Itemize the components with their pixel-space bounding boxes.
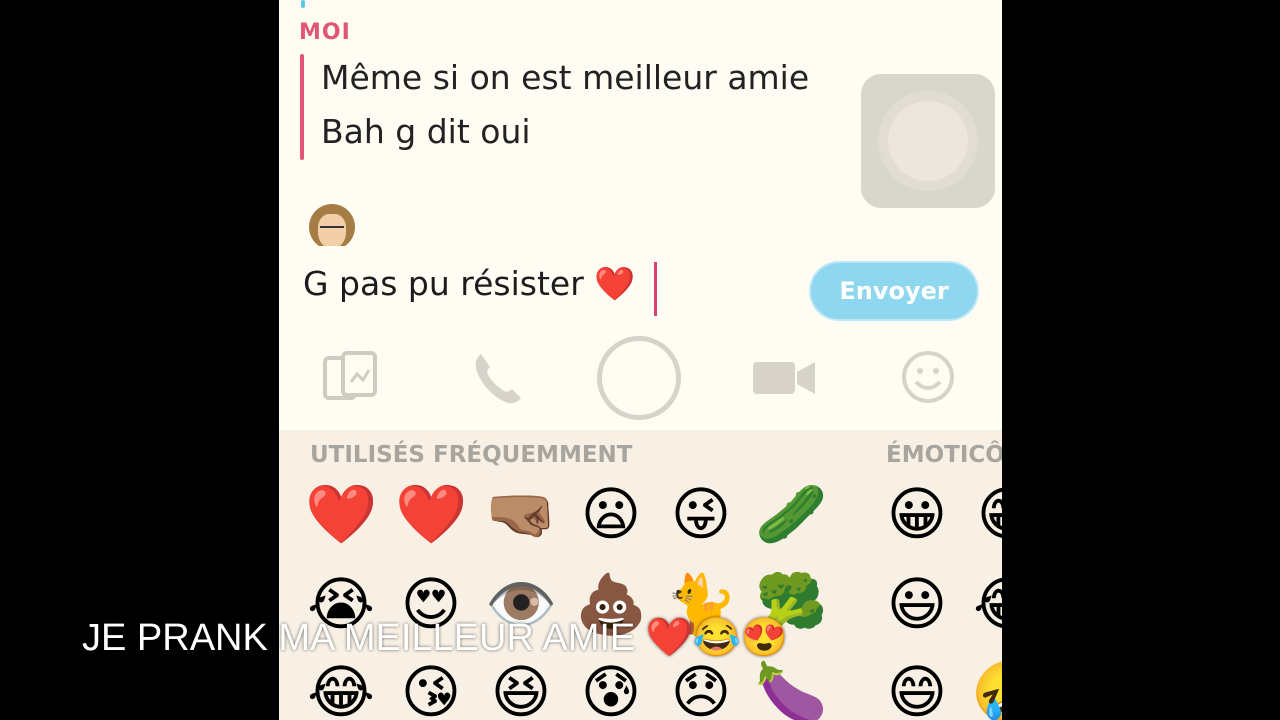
emoji-key[interactable]: 🥒 <box>755 478 827 550</box>
message-input[interactable]: G pas pu résister ❤️ <box>303 264 635 304</box>
emoji-key[interactable]: 😞 <box>665 656 737 720</box>
text-cursor <box>654 262 657 316</box>
chat-screen: MOI Même si on est meilleur amie Bah g d… <box>279 0 1002 720</box>
sticker-icon[interactable] <box>321 350 381 402</box>
snap-preview[interactable] <box>861 74 995 208</box>
message-accent-bar <box>300 54 304 160</box>
smiley-icon[interactable] <box>901 350 955 404</box>
emoji-key[interactable]: 🤣 <box>971 656 1002 720</box>
chat-message: Même si on est meilleur amie <box>321 58 810 97</box>
emoji-key[interactable]: 😂 <box>971 568 1002 640</box>
emoji-key[interactable]: 😁 <box>971 478 1002 550</box>
previous-message-accent <box>301 0 305 8</box>
video-icon[interactable] <box>753 358 815 398</box>
send-button[interactable]: Envoyer <box>811 263 977 319</box>
emoji-key[interactable]: 🤜🏽 <box>485 478 557 550</box>
emoji-keyboard: UTILISÉS FRÉQUEMMENT ÉMOTICÔNES ❤️ ❤️ 🤜🏽… <box>279 430 1002 720</box>
capture-icon[interactable] <box>597 336 681 420</box>
emoji-key[interactable]: 😆 <box>485 656 557 720</box>
emoji-key[interactable]: 😰 <box>575 656 647 720</box>
bitmoji-avatar <box>305 204 359 246</box>
emoji-key[interactable]: 😜 <box>665 478 737 550</box>
emoji-key[interactable]: 😘 <box>395 656 467 720</box>
phone-icon[interactable] <box>467 348 527 408</box>
emoji-key[interactable]: ❤️ <box>395 478 467 550</box>
chat-message: Bah g dit oui <box>321 112 531 151</box>
emoji-key[interactable]: 😀 <box>881 478 953 550</box>
emoji-key[interactable]: 😃 <box>881 568 953 640</box>
emoji-key[interactable]: 🍆 <box>755 656 827 720</box>
message-sender: MOI <box>299 20 351 45</box>
video-caption: JE PRANK MA MEILLEUR AMIE ❤️😂😍 <box>82 617 788 659</box>
frequent-emoji-title: UTILISÉS FRÉQUEMMENT <box>310 442 633 468</box>
emoticons-title: ÉMOTICÔNES <box>886 442 1002 468</box>
emoji-key[interactable]: 😄 <box>881 656 953 720</box>
emoji-key[interactable]: 😦 <box>575 478 647 550</box>
emoji-key[interactable]: ❤️ <box>305 478 377 550</box>
emoji-key[interactable]: 😂 <box>305 656 377 720</box>
